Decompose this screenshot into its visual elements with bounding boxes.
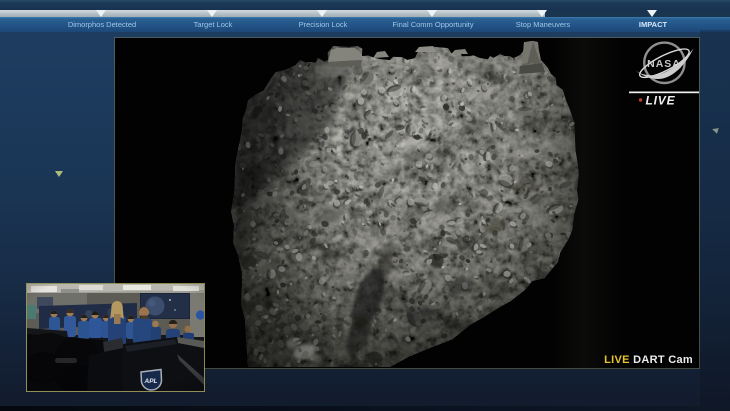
svg-text:LIVE: LIVE	[646, 94, 676, 108]
